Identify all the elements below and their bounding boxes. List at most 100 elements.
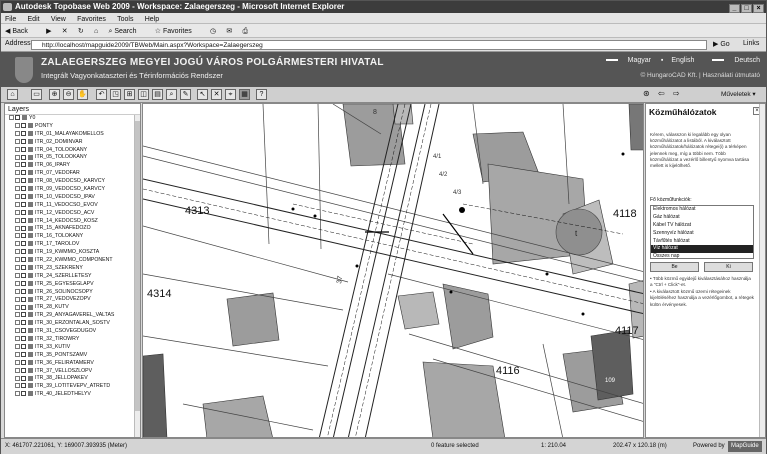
- layer-item[interactable]: ITR_24_SZERLLETESY: [5, 273, 140, 281]
- layer-checkbox[interactable]: [21, 359, 26, 365]
- expand-icon[interactable]: [9, 115, 14, 121]
- hide-button[interactable]: Ki: [704, 262, 753, 272]
- task-menu-button[interactable]: Műveletek ▾: [721, 89, 756, 100]
- expand-icon[interactable]: [15, 375, 20, 381]
- layers-scroll-thumb[interactable]: [135, 121, 140, 411]
- utility-option[interactable]: Gáz hálózat: [651, 214, 753, 222]
- expand-icon[interactable]: [15, 359, 20, 365]
- maximize-button[interactable]: □: [741, 4, 752, 13]
- layer-item[interactable]: ITR_17_TAROLOV: [5, 241, 140, 249]
- layer-checkbox[interactable]: [21, 146, 26, 152]
- expand-icon[interactable]: [15, 351, 20, 357]
- home-view-icon[interactable]: ⌂: [7, 89, 18, 100]
- layer-item[interactable]: ITR_04_TOLOOKANY: [5, 147, 140, 155]
- menu-file[interactable]: File: [5, 16, 16, 23]
- expand-icon[interactable]: [15, 367, 20, 373]
- home-icon[interactable]: ⌂: [94, 28, 98, 35]
- expand-icon[interactable]: [15, 233, 20, 239]
- layer-item[interactable]: PONTY: [5, 123, 140, 131]
- utility-option[interactable]: Kábel TV hálózat: [651, 222, 753, 230]
- layer-checkbox[interactable]: [21, 375, 26, 381]
- layer-item[interactable]: ITR_35_PONTSZAMV: [5, 352, 140, 360]
- lang-magyar[interactable]: Magyar: [598, 57, 651, 64]
- expand-icon[interactable]: [15, 154, 20, 160]
- layer-checkbox[interactable]: [21, 336, 26, 342]
- layer-item[interactable]: ITR_06_IPARY: [5, 162, 140, 170]
- layer-checkbox[interactable]: [21, 257, 26, 263]
- expand-icon[interactable]: [15, 280, 20, 286]
- expand-icon[interactable]: [15, 391, 20, 397]
- forward-button[interactable]: ▶: [46, 28, 51, 35]
- expand-icon[interactable]: [15, 201, 20, 207]
- expand-icon[interactable]: [15, 194, 20, 200]
- pan-icon[interactable]: ✋: [77, 89, 88, 100]
- lang-deutsch[interactable]: Deutsch: [704, 57, 760, 64]
- layer-checkbox[interactable]: [21, 162, 26, 168]
- layer-item[interactable]: ITR_25_EGYESEGLAPV: [5, 281, 140, 289]
- close-button[interactable]: ×: [753, 4, 764, 13]
- layer-checkbox[interactable]: [21, 391, 26, 397]
- favorites-button[interactable]: ☆ Favorites: [155, 28, 200, 35]
- expand-icon[interactable]: [15, 162, 20, 168]
- show-button[interactable]: Be: [650, 262, 699, 272]
- layer-checkbox[interactable]: [21, 233, 26, 239]
- panel-scrollbar[interactable]: [759, 104, 765, 437]
- expand-icon[interactable]: [15, 304, 20, 310]
- layer-checkbox[interactable]: [21, 265, 26, 271]
- layer-checkbox[interactable]: [21, 280, 26, 286]
- search-button[interactable]: ⌕ Search: [108, 28, 144, 35]
- search-map-icon[interactable]: ⌕: [166, 89, 177, 100]
- layer-item[interactable]: ITR_07_VEDOFAR: [5, 170, 140, 178]
- layer-item[interactable]: ITR_15_AKNAFEDOZO: [5, 225, 140, 233]
- zoom-extents-icon[interactable]: ⊞: [124, 89, 135, 100]
- help-icon[interactable]: ?: [256, 89, 267, 100]
- layer-checkbox[interactable]: [21, 241, 26, 247]
- layer-checkbox[interactable]: [21, 296, 26, 302]
- expand-icon[interactable]: [15, 257, 20, 263]
- stop-icon[interactable]: ✕: [62, 28, 68, 35]
- layer-checkbox[interactable]: [21, 123, 26, 129]
- menu-edit[interactable]: Edit: [28, 16, 40, 23]
- map-view[interactable]: 4313 4314 4116 4117 4118 37 8 4/1 4/2 4/…: [142, 103, 644, 438]
- layer-item[interactable]: ITR_27_VEDOVEZOPV: [5, 296, 140, 304]
- layer-checkbox[interactable]: [21, 130, 26, 136]
- layer-item[interactable]: ITR_09_VEDOCSO_KARVCY: [5, 186, 140, 194]
- layer-item[interactable]: ITR_10_VEDOCSO_IPAV: [5, 194, 140, 202]
- layer-item[interactable]: ITR_08_VEDOCSO_KARVCY: [5, 178, 140, 186]
- expand-icon[interactable]: [15, 336, 20, 342]
- task-back-icon[interactable]: ⇦: [658, 89, 665, 98]
- refresh-icon[interactable]: ↻: [78, 28, 84, 35]
- layer-checkbox[interactable]: [21, 178, 26, 184]
- measure-icon[interactable]: ⌖: [225, 89, 236, 100]
- layer-checkbox[interactable]: [21, 304, 26, 310]
- layers-scrollbar[interactable]: [134, 115, 140, 437]
- layer-item[interactable]: ITR_31_CSOVEGDUGOV: [5, 328, 140, 336]
- zoom-in-icon[interactable]: ⊕: [49, 89, 60, 100]
- expand-icon[interactable]: [15, 265, 20, 271]
- layer-item[interactable]: ITR_30_ERZONTALAN_SOSTV: [5, 320, 140, 328]
- map-canvas[interactable]: 4313 4314 4116 4117 4118 37 8 4/1 4/2 4/…: [143, 104, 644, 438]
- expand-icon[interactable]: [15, 312, 20, 318]
- expand-icon[interactable]: [15, 138, 20, 144]
- expand-icon[interactable]: [15, 241, 20, 247]
- layer-checkbox[interactable]: [21, 154, 26, 160]
- layer-item[interactable]: ITR_05_TOLOOKANY: [5, 154, 140, 162]
- layer-item[interactable]: ITR_29_ANYAGAVEREL_VALTAS: [5, 312, 140, 320]
- task-home-icon[interactable]: ⊛: [643, 89, 650, 98]
- layer-item[interactable]: ITR_40_JELEDTHELYV: [5, 391, 140, 399]
- menu-help[interactable]: Help: [145, 16, 159, 23]
- layer-item[interactable]: Y0: [5, 115, 140, 123]
- layer-checkbox[interactable]: [21, 217, 26, 223]
- layer-checkbox[interactable]: [21, 351, 26, 357]
- links-button[interactable]: Links: [743, 40, 759, 47]
- expand-icon[interactable]: [15, 272, 20, 278]
- print-icon[interactable]: ⎙: [242, 28, 248, 35]
- layer-item[interactable]: ITR_28_KUTV: [5, 304, 140, 312]
- layer-item[interactable]: ITR_32_TIROWRY: [5, 336, 140, 344]
- zoom-out-icon[interactable]: ⊖: [63, 89, 74, 100]
- layer-checkbox[interactable]: [21, 249, 26, 255]
- clear-selection-icon[interactable]: ✕: [211, 89, 222, 100]
- expand-icon[interactable]: [15, 343, 20, 349]
- layer-checkbox[interactable]: [21, 201, 26, 207]
- lang-english[interactable]: ▪ English: [661, 57, 694, 64]
